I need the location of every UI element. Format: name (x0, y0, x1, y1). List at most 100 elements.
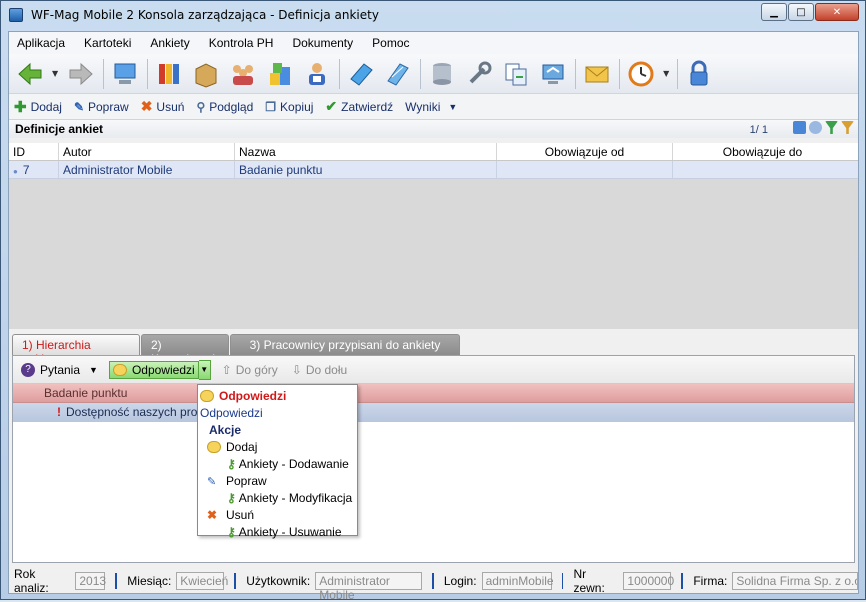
clock-dropdown-icon[interactable]: ▼ (663, 69, 669, 78)
copy-icon: ❐ (265, 99, 277, 114)
popup-title-row: Odpowiedzi (200, 387, 355, 404)
x-icon: ✖ (207, 507, 218, 522)
popup-delete-item[interactable]: ✖ Usuń (200, 506, 355, 523)
clock-icon[interactable] (626, 59, 656, 89)
search-icon[interactable] (809, 121, 822, 134)
menu-bar: Aplikacja Kartoteki Ankiety Kontrola PH … (9, 32, 858, 54)
popup-actions-header: Akcje (209, 422, 242, 437)
popup-edit-perm-label: Ankiety - Modyfikacja (238, 490, 353, 505)
key-icon: ⚷ (227, 490, 236, 505)
section-title: Definicje ankiet (15, 122, 104, 136)
tab-assigned-employees[interactable]: 3) Pracownicy przypisani do ankiety (230, 334, 460, 355)
tab-contractors[interactable]: 2) Kontrahenci (141, 334, 229, 366)
copy-button[interactable]: ❐ Kopiuj (265, 100, 313, 114)
status-bar: Rok analiz: 2013 Miesiąc: Kwiecień Użytk… (9, 567, 859, 602)
column-header-id[interactable]: ID (9, 143, 59, 160)
column-header-valid-to[interactable]: Obowiązuje do (673, 143, 852, 160)
table-row[interactable]: ● 7 Administrator Mobile Badanie punktu (9, 161, 858, 179)
toolbar-separator (420, 58, 422, 89)
menu-aplikacja[interactable]: Aplikacja (17, 34, 65, 52)
edit-button[interactable]: ✎ Popraw (74, 100, 129, 114)
question-text: Dostępność naszych pro (66, 405, 198, 419)
plus-icon: ✚ (14, 98, 27, 116)
column-header-name[interactable]: Nazwa (235, 143, 497, 160)
delete-button[interactable]: ✖ Usuń (141, 98, 185, 115)
exclamation-icon: ! (57, 405, 61, 419)
popup-title: Odpowiedzi (219, 388, 287, 403)
cell-id: ● 7 (9, 161, 59, 178)
close-button[interactable]: ✕ (815, 3, 859, 21)
minimize-button[interactable]: ▁ (761, 3, 787, 21)
edit-label: Popraw (88, 99, 129, 114)
blocks-icon[interactable] (265, 59, 295, 89)
answers-popup: Odpowiedzi Odpowiedzi Akcje Dodaj ⚷ Ankie… (197, 384, 358, 539)
back-history-dropdown-icon[interactable]: ▼ (52, 69, 58, 78)
approve-button[interactable]: ✔ Zatwierdź (325, 98, 393, 115)
box-icon[interactable] (191, 59, 221, 89)
forward-arrow-icon[interactable] (66, 59, 96, 89)
clear-filter-icon[interactable] (841, 121, 854, 134)
questions-button[interactable]: ? Pytania ▼ (18, 362, 101, 378)
status-separator (431, 573, 434, 589)
back-arrow-icon[interactable] (15, 59, 45, 89)
answers-dropdown-arrow[interactable]: ▼ (198, 359, 211, 380)
filter-icon[interactable] (825, 121, 838, 134)
menu-ankiety[interactable]: Ankiety (150, 34, 189, 52)
tab-hierarchy[interactable]: 1) Hierarchia ankiety (12, 334, 140, 366)
cell-valid-to (673, 161, 852, 178)
people-icon[interactable] (228, 59, 258, 89)
envelope-icon[interactable] (582, 59, 612, 89)
popup-subtitle: Odpowiedzi (200, 405, 263, 420)
hierarchy-root-row[interactable]: Badanie punktu (13, 384, 854, 403)
toolbar-separator (103, 58, 105, 89)
menu-kartoteki[interactable]: Kartoteki (84, 34, 131, 52)
chevron-down-icon: ▼ (89, 364, 98, 375)
computer-icon[interactable] (110, 59, 140, 89)
move-down-button[interactable]: ⇩ Do dołu (289, 362, 350, 378)
add-label: Dodaj (30, 99, 62, 114)
database-icon[interactable] (427, 59, 457, 89)
x-icon: ✖ (140, 98, 153, 114)
toolbar-separator (575, 58, 577, 89)
popup-add-item[interactable]: Dodaj (200, 438, 355, 455)
tools-icon[interactable] (464, 59, 494, 89)
key-icon: ⚷ (227, 456, 236, 471)
popup-edit-permission: ⚷ Ankiety - Modyfikacja (200, 489, 355, 506)
move-up-button[interactable]: ⇧ Do góry (219, 362, 281, 378)
main-toolbar: ▼ ▼ (9, 54, 858, 94)
login-label: Login: (443, 574, 477, 588)
popup-edit-item[interactable]: ✎ Popraw (200, 472, 355, 489)
menu-kontrola-ph[interactable]: Kontrola PH (209, 34, 274, 52)
book-icon[interactable] (346, 59, 376, 89)
move-up-label: Do góry (235, 362, 278, 377)
answers-button[interactable]: Odpowiedzi (108, 360, 199, 379)
app-icon (9, 8, 23, 22)
title-bar[interactable]: WF-Mag Mobile 2 Konsola zarządzająca - D… (1, 1, 865, 29)
person-card-icon[interactable] (302, 59, 332, 89)
app-window: WF-Mag Mobile 2 Konsola zarządzająca - D… (0, 0, 866, 602)
login-field: adminMobile (481, 572, 554, 590)
hierarchy-toolbar: ? Pytania ▼ Odpowiedzi ▼ ⇧ Do góry ⇩ Do dołu (13, 356, 854, 384)
add-button[interactable]: ✚ Dodaj (14, 98, 62, 116)
preview-button[interactable]: ⚲ Podgląd (196, 100, 253, 114)
status-separator (561, 573, 564, 589)
surveys-grid: ID Autor Nazwa Obowiązuje od Obowiązuje … (9, 143, 858, 329)
menu-pomoc[interactable]: Pomoc (372, 34, 409, 52)
binders-icon[interactable] (154, 59, 184, 89)
menu-dokumenty[interactable]: Dokumenty (292, 34, 353, 52)
columns-icon[interactable] (793, 121, 806, 134)
popup-add-permission: ⚷ Ankiety - Dodawanie (200, 455, 355, 472)
monitor-arrows-icon[interactable] (538, 59, 568, 89)
results-dropdown[interactable]: Wyniki ▼ (405, 100, 457, 114)
action-bar: ✚ Dodaj ✎ Popraw ✖ Usuń ⚲ Podgląd ❐ Kopiuj ✔ Z… (9, 94, 858, 120)
user-field: Administrator Mobile (315, 572, 422, 602)
copy-docs-icon[interactable] (501, 59, 531, 89)
maximize-button[interactable]: □ (788, 3, 814, 21)
padlock-icon[interactable] (684, 59, 714, 89)
column-header-valid-from[interactable]: Obowiązuje od (497, 143, 673, 160)
notebook-icon[interactable] (383, 59, 413, 89)
column-header-author[interactable]: Autor (59, 143, 235, 160)
client-area: Aplikacja Kartoteki Ankiety Kontrola PH … (8, 31, 859, 602)
key-icon: ⚷ (227, 524, 236, 539)
hierarchy-question-row[interactable]: ! Dostępność naszych pro (13, 403, 854, 422)
